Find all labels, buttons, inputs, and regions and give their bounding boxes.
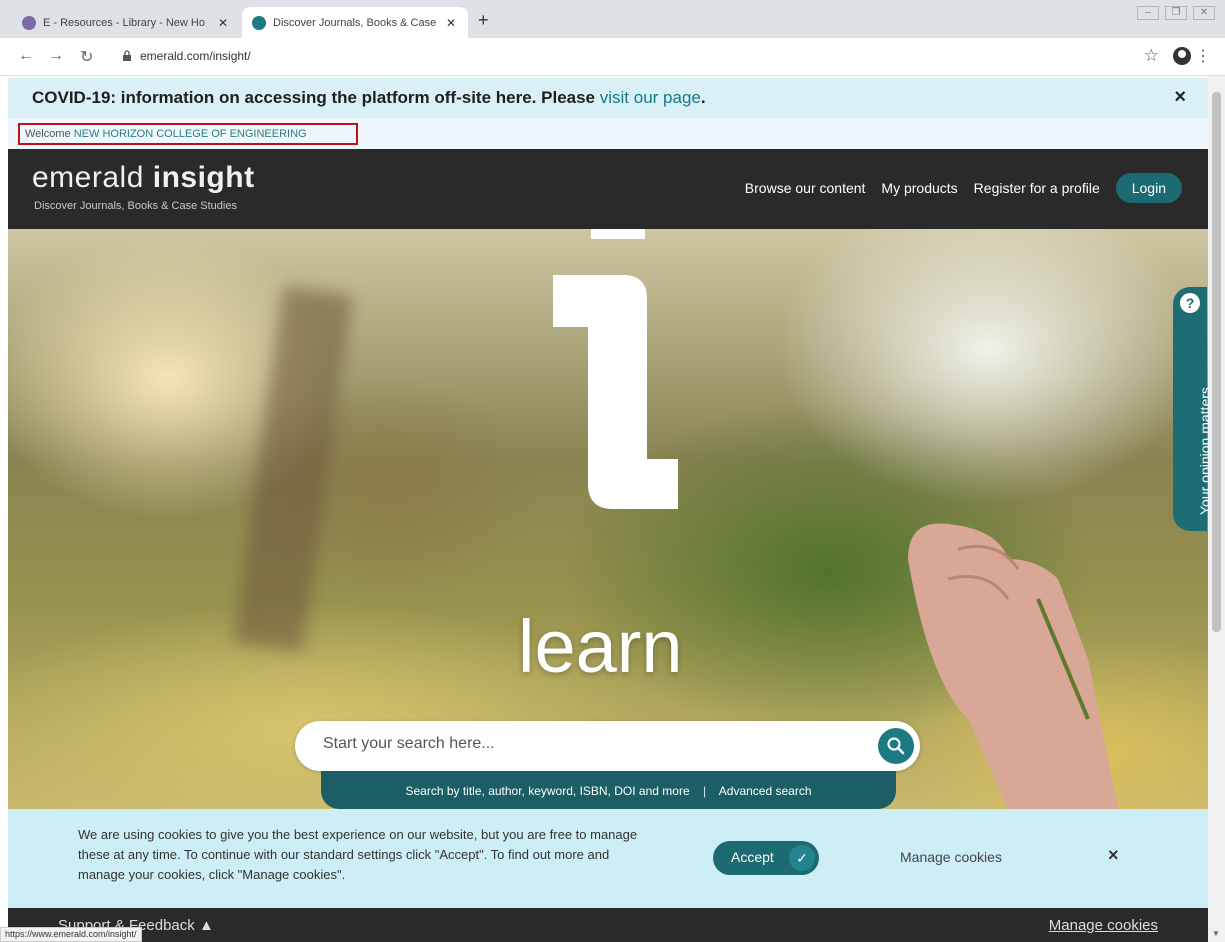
url-field[interactable]: emerald.com/insight/ (140, 49, 251, 63)
tab-close-icon[interactable]: ✕ (216, 16, 230, 30)
address-bar: ← → ↻ emerald.com/insight/ ☆ ⋮ (0, 38, 1225, 76)
manage-cookies-link[interactable]: Manage cookies (900, 849, 1002, 865)
hero-big-letter-l (553, 229, 678, 509)
site-header: emerald insight Discover Journals, Books… (8, 149, 1208, 229)
main-nav: Browse our content My products Register … (745, 173, 1182, 203)
covid-close-icon[interactable]: × (1174, 86, 1186, 109)
feedback-tab[interactable]: ? Your opinion matters (1173, 287, 1208, 531)
menu-kebab-icon[interactable]: ⋮ (1195, 46, 1211, 66)
welcome-row: Welcome NEW HORIZON COLLEGE OF ENGINEERI… (8, 118, 1208, 149)
restore-icon[interactable]: ❐ (1165, 6, 1187, 20)
forward-arrow-icon[interactable]: → (48, 47, 64, 65)
nav-my-products[interactable]: My products (881, 180, 957, 196)
back-arrow-icon[interactable]: ← (18, 47, 34, 65)
search-input[interactable] (323, 735, 843, 753)
accept-cookies-button[interactable]: Accept ✓ (713, 841, 819, 875)
page-scrollbar[interactable]: ▼ (1208, 76, 1225, 942)
window-controls: – ❐ ✕ (1137, 6, 1215, 20)
scrollbar-thumb[interactable] (1212, 92, 1221, 632)
emerald-favicon-icon (252, 15, 266, 30)
emerald-insight-logo[interactable]: emerald insight (32, 161, 255, 195)
profile-icon[interactable] (1173, 47, 1191, 65)
caret-up-icon: ▲ (198, 917, 214, 934)
nav-register-profile[interactable]: Register for a profile (974, 180, 1100, 196)
search-box (295, 721, 920, 771)
nav-browse-content[interactable]: Browse our content (745, 180, 866, 196)
hands-with-flowers-image (908, 519, 1118, 809)
covid-banner: COVID-19: information on accessing the p… (8, 78, 1208, 118)
scroll-down-arrow-icon[interactable]: ▼ (1212, 929, 1220, 938)
hero-background-tree (233, 285, 353, 653)
hint-separator: | (702, 784, 707, 798)
footer-bar: Support & Feedback ▲ Manage cookies (8, 908, 1208, 942)
institution-name: NEW HORIZON COLLEGE OF ENGINEERING (73, 128, 307, 140)
tab-close-icon[interactable]: ✕ (444, 16, 458, 30)
search-hint-bar: Search by title, author, keyword, ISBN, … (321, 771, 896, 809)
search-button[interactable] (878, 728, 914, 764)
logo-tagline: Discover Journals, Books & Case Studies (34, 200, 237, 212)
status-bar-url: https://www.emerald.com/insight/ (0, 927, 142, 942)
cookie-banner: We are using cookies to give you the bes… (8, 809, 1208, 908)
minimize-icon[interactable]: – (1137, 6, 1159, 20)
advanced-search-link[interactable]: Advanced search (719, 784, 812, 798)
bookmark-star-icon[interactable]: ☆ (1144, 46, 1159, 66)
browser-tab-emerald[interactable]: Discover Journals, Books & Case ✕ (242, 7, 468, 38)
lock-icon (123, 50, 131, 61)
question-icon: ? (1180, 293, 1200, 313)
cookie-message: We are using cookies to give you the bes… (78, 827, 638, 882)
covid-message: COVID-19: information on accessing the p… (32, 88, 706, 107)
browser-tab-bar: E - Resources - Library - New Ho ✕ Disco… (0, 0, 1225, 38)
search-icon (887, 737, 905, 755)
new-tab-button[interactable]: + (478, 10, 489, 31)
cookie-close-icon[interactable]: × (1108, 845, 1119, 866)
welcome-institution: Welcome NEW HORIZON COLLEGE OF ENGINEERI… (18, 123, 358, 145)
visit-our-page-link[interactable]: visit our page (600, 88, 701, 107)
search-hint-text: Search by title, author, keyword, ISBN, … (405, 784, 690, 798)
browser-tab-eresources[interactable]: E - Resources - Library - New Ho ✕ (12, 7, 240, 38)
hero-banner: learn Search by title, author, keyword, … (8, 229, 1208, 809)
check-icon: ✓ (789, 845, 815, 871)
feedback-tab-label: Your opinion matters (1197, 387, 1208, 515)
reload-icon[interactable]: ↻ (80, 47, 93, 67)
library-favicon-icon (22, 15, 36, 30)
tab-title: E - Resources - Library - New Ho (43, 16, 205, 29)
footer-manage-cookies-link[interactable]: Manage cookies (1049, 917, 1158, 934)
hero-learn-word: learn (518, 605, 683, 688)
window-close-icon[interactable]: ✕ (1193, 6, 1215, 20)
tab-title: Discover Journals, Books & Case (273, 16, 437, 29)
login-button[interactable]: Login (1115, 173, 1182, 203)
